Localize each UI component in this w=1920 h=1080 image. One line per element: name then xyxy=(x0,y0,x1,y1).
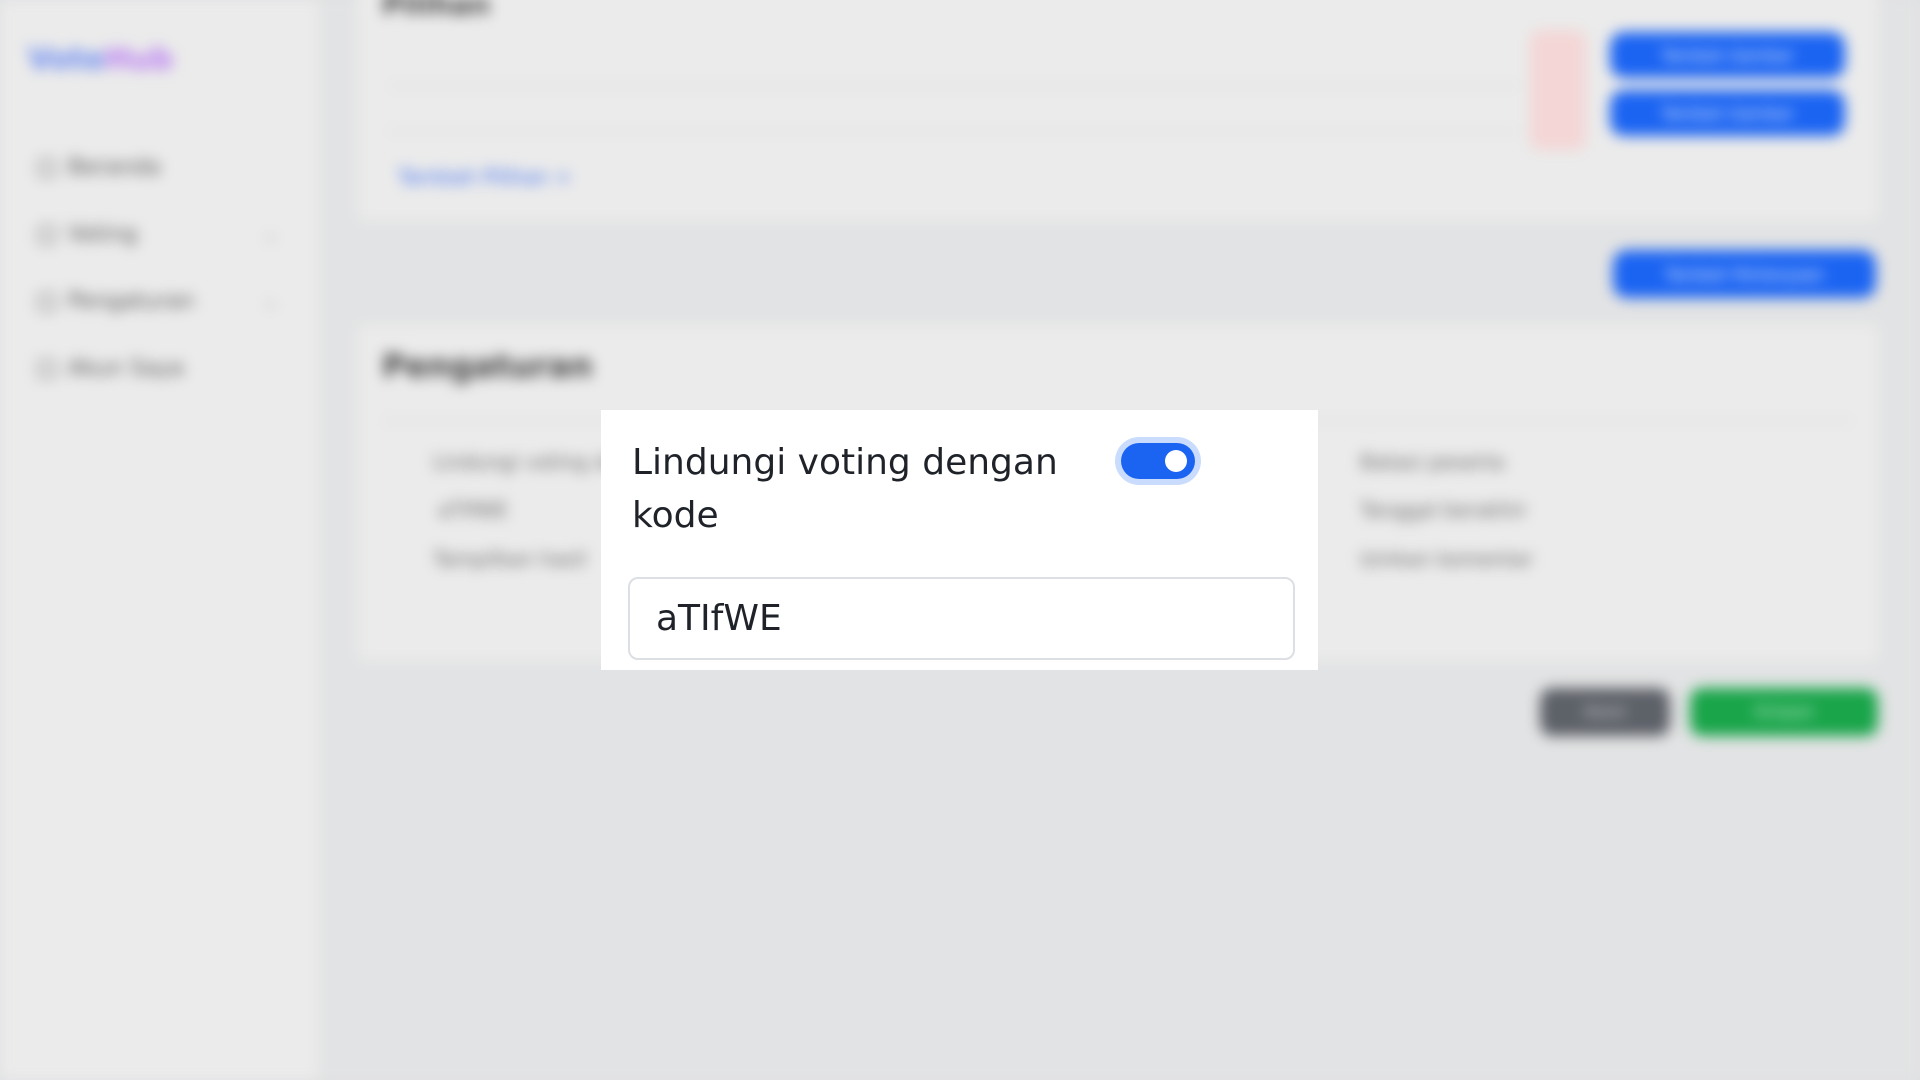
chevron-down-icon: ⌄ xyxy=(262,291,278,312)
chevron-down-icon: ⌄ xyxy=(262,224,278,245)
save-button[interactable]: Simpan xyxy=(1690,688,1878,736)
user-icon xyxy=(38,359,56,378)
sidebar: VoteHub Beranda Voting ⌄ Pengaturan ⌄ Ak… xyxy=(0,0,318,1080)
code-protection-label: Lindungi voting dengan kode xyxy=(632,442,1058,536)
cancel-button[interactable]: Batal xyxy=(1540,688,1670,736)
setting-right-2: Tanggal berakhir xyxy=(1360,498,1527,522)
code-input[interactable] xyxy=(628,577,1295,660)
home-icon xyxy=(38,158,56,177)
options-title: Pilihan xyxy=(382,0,491,21)
setting-right-1: Batasi peserta xyxy=(1360,450,1505,474)
sidebar-item-label: Voting xyxy=(68,222,138,247)
sidebar-item-pengaturan[interactable]: Pengaturan ⌄ xyxy=(38,289,278,314)
logo-accent: Hub xyxy=(104,42,173,77)
sidebar-item-label: Pengaturan xyxy=(68,289,195,314)
ballot-icon xyxy=(38,225,56,244)
code-protection-panel: Lindungi voting dengan kode xyxy=(601,410,1318,670)
add-image-button-1[interactable]: Tambah Gambar xyxy=(1610,32,1845,78)
sidebar-item-voting[interactable]: Voting ⌄ xyxy=(38,222,278,247)
toggle-track xyxy=(1121,443,1195,479)
sidebar-item-label: Akun Saya xyxy=(68,356,184,381)
settings-icon xyxy=(38,292,56,311)
add-option-link[interactable]: Tambah Pilihan + xyxy=(398,165,572,189)
settings-title: Pengaturan xyxy=(382,347,593,385)
add-image-button-2[interactable]: Tambah Gambar xyxy=(1610,90,1845,136)
logo-primary: Vote xyxy=(28,42,105,77)
delete-option-button[interactable] xyxy=(1530,30,1586,150)
code-protection-toggle[interactable] xyxy=(1115,437,1201,485)
add-question-button[interactable]: Tambah Pertanyaan xyxy=(1613,250,1876,298)
setting-left-3: Tampilkan hasil xyxy=(433,547,587,571)
sidebar-item-beranda[interactable]: Beranda xyxy=(38,155,278,180)
toggle-knob xyxy=(1165,450,1187,472)
save-button-label: Simpan xyxy=(1753,702,1815,721)
sidebar-item-akun[interactable]: Akun Saya xyxy=(38,356,278,381)
setting-left-2: aTIfWE xyxy=(438,498,508,522)
setting-right-3: Izinkan komentar xyxy=(1360,547,1534,571)
sidebar-item-label: Beranda xyxy=(68,155,161,180)
options-card: Pilihan Tambah Gambar Tambah Gambar Tamb… xyxy=(358,0,1878,220)
option-field-2 xyxy=(388,130,1518,132)
option-field-1 xyxy=(388,85,1518,87)
app-logo: VoteHub xyxy=(28,42,173,77)
cancel-button-label: Batal xyxy=(1584,702,1626,721)
